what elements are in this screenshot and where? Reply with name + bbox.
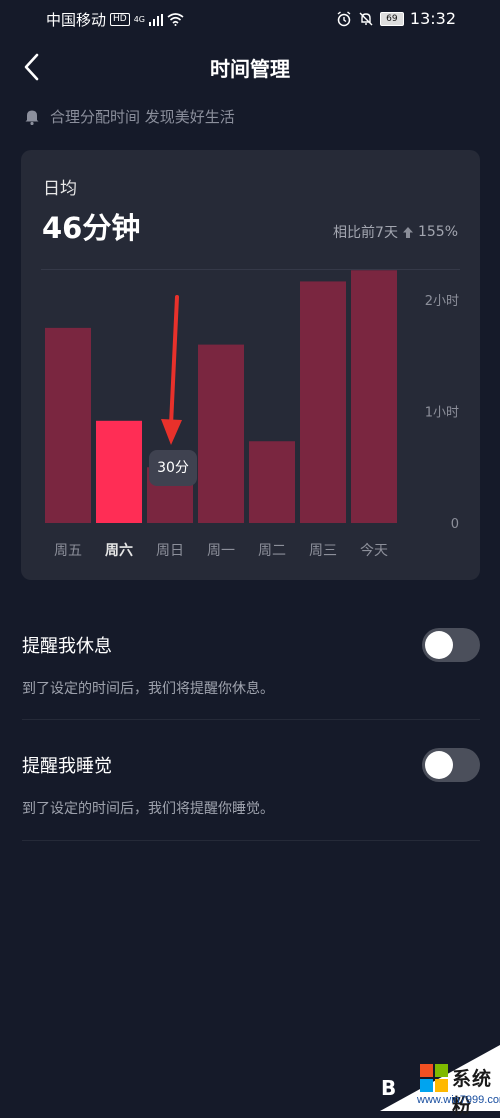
x-tick-label: 周二 <box>258 543 286 559</box>
sleep-reminder-desc: 到了设定的时间后，我们将提醒你睡觉。 <box>22 801 274 817</box>
bar-value-tooltip: 30分 <box>149 450 197 486</box>
x-tick-label: 周三 <box>309 543 337 559</box>
bell-icon <box>25 110 39 125</box>
y-tick-label: 0 <box>451 517 459 532</box>
carrier-label: 中国移动 <box>46 11 107 29</box>
rest-reminder-toggle[interactable] <box>422 628 480 662</box>
bar-1[interactable] <box>45 327 91 523</box>
x-tick-label: 今天 <box>360 543 388 559</box>
notice-bar: 合理分配时间 发现美好生活 <box>24 106 235 127</box>
sleep-reminder-toggle[interactable] <box>422 748 480 782</box>
bar-4[interactable] <box>198 344 244 523</box>
network-type: 4G <box>133 15 146 24</box>
notice-text: 合理分配时间 发现美好生活 <box>50 108 235 126</box>
bar-7[interactable] <box>351 270 397 523</box>
row-divider <box>22 719 480 720</box>
hd-badge: HD <box>110 13 130 26</box>
page-title: 时间管理 <box>210 57 290 81</box>
windows-logo-icon <box>420 1064 448 1092</box>
battery-icon: 69 <box>379 11 404 26</box>
bar-2[interactable] <box>96 420 142 523</box>
watermark-partial-text: B <box>381 1076 397 1100</box>
x-tick-label: 周一 <box>207 543 235 559</box>
bar-6[interactable] <box>300 281 346 523</box>
red-arrow-annotation <box>161 295 182 445</box>
status-time: 13:32 <box>409 9 456 28</box>
usage-card: 日均 46分钟 相比前7天 155% 周五 周六 周日 周一 周二 周三 今天 0 1小时 2小时… <box>21 150 480 580</box>
x-tick-label: 周六 <box>105 542 133 559</box>
bar-5[interactable] <box>249 441 295 523</box>
usage-bar-chart: 周五 周六 周日 周一 周二 周三 今天 0 1小时 2小时 <box>45 270 459 559</box>
wifi-icon <box>167 13 184 26</box>
signal-icon <box>149 13 164 26</box>
x-tick-label: 周日 <box>156 543 184 559</box>
y-tick-label: 1小时 <box>425 406 459 421</box>
watermark-brand: 系统粉 <box>452 1068 493 1117</box>
y-tick-label: 2小时 <box>425 294 459 309</box>
rest-reminder-title: 提醒我休息 <box>22 636 112 657</box>
toggle-knob <box>425 751 453 779</box>
watermark-url: www.win7999.com <box>417 1094 500 1106</box>
rest-reminder-desc: 到了设定的时间后，我们将提醒你休息。 <box>22 681 274 697</box>
row-divider <box>22 840 480 841</box>
x-tick-label: 周五 <box>54 543 82 559</box>
toggle-knob <box>425 631 453 659</box>
mute-icon <box>359 12 373 25</box>
sleep-reminder-title: 提醒我睡觉 <box>22 756 112 777</box>
alarm-icon <box>337 10 351 26</box>
status-bar: 中国移动 HD 4G 69 13:32 <box>0 0 500 36</box>
